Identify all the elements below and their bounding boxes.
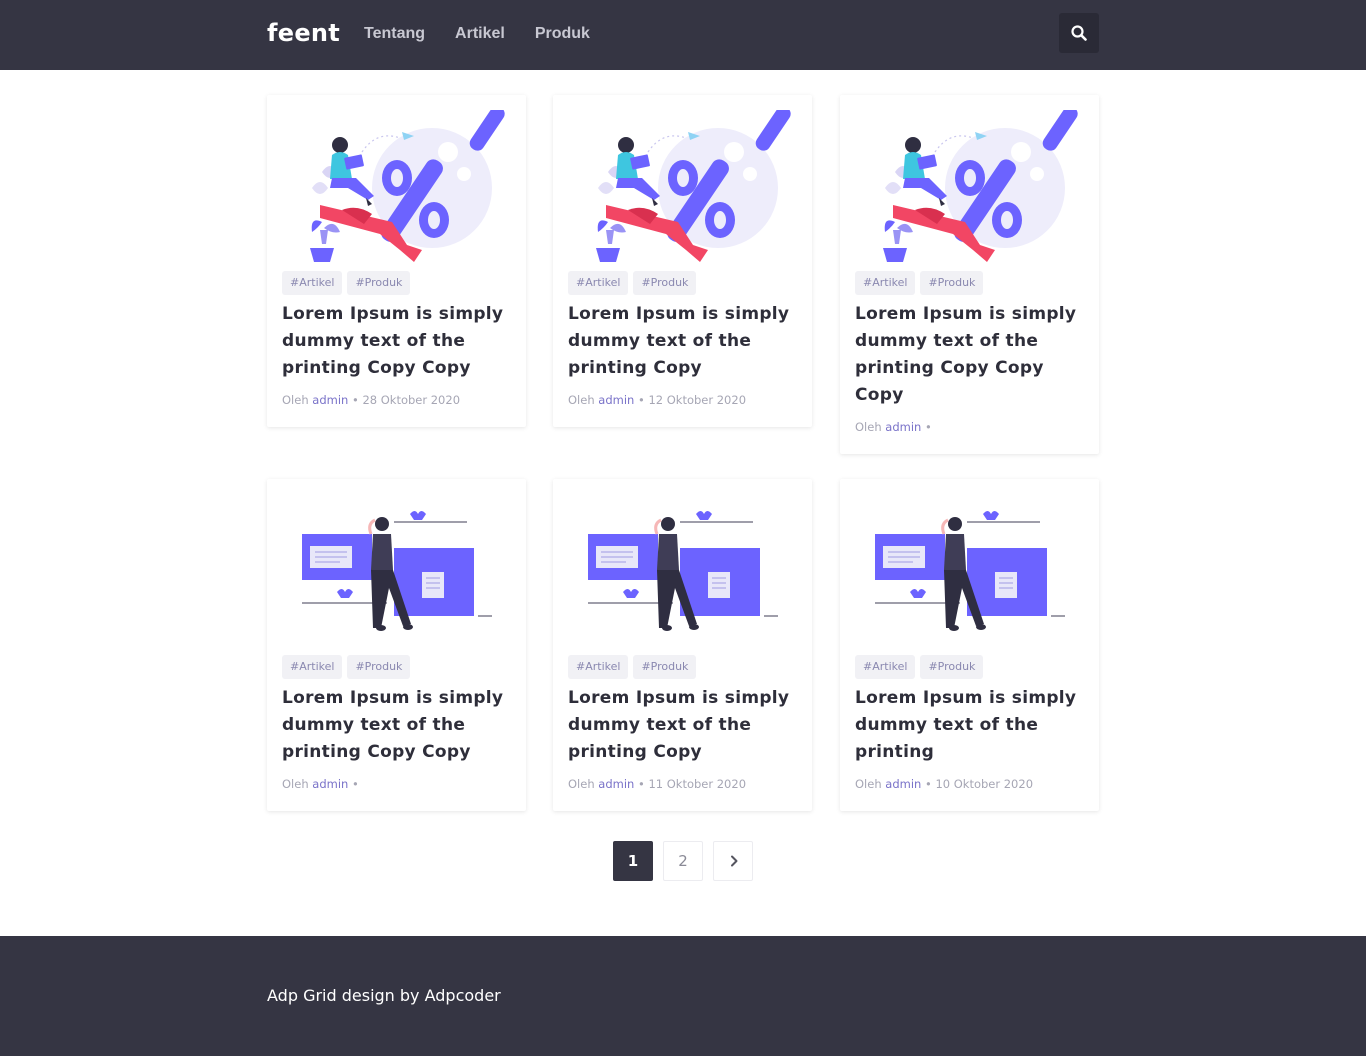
- post-thumbnail[interactable]: [282, 494, 511, 654]
- meta-separator: •: [924, 420, 932, 434]
- site-footer: Adp Grid design by Adpcoder: [0, 936, 1366, 1056]
- post-tags: #Artikel #Produk: [568, 271, 701, 295]
- post-thumbnail[interactable]: [568, 494, 797, 654]
- post-author[interactable]: admin: [885, 420, 921, 434]
- search-icon: [1071, 25, 1087, 41]
- meta-separator: •: [637, 777, 649, 791]
- nav-link-produk[interactable]: Produk: [535, 24, 590, 44]
- post-card[interactable]: #Artikel #Produk Lorem Ipsum is simply d…: [553, 479, 812, 811]
- woman-documents-illustration: [302, 511, 492, 631]
- nav-link-tentang[interactable]: Tentang: [364, 24, 425, 44]
- post-date: 11 Oktober 2020: [648, 777, 747, 791]
- post-date: 12 Oktober 2020: [648, 393, 747, 407]
- post-title[interactable]: Lorem Ipsum is simply dummy text of the …: [282, 301, 514, 382]
- tag-produk[interactable]: #Produk: [633, 271, 697, 295]
- post-meta: Oleh admin •: [855, 420, 932, 434]
- post-by-label: Oleh: [568, 777, 595, 791]
- tag-artikel[interactable]: #Artikel: [568, 271, 629, 295]
- post-meta: Oleh admin • 28 Oktober 2020: [282, 393, 460, 407]
- post-card[interactable]: #Artikel #Produk Lorem Ipsum is simply d…: [267, 95, 526, 427]
- chevron-right-icon: [731, 855, 738, 867]
- post-card[interactable]: #Artikel #Produk Lorem Ipsum is simply d…: [267, 479, 526, 811]
- tag-artikel[interactable]: #Artikel: [855, 655, 916, 679]
- site-header: feent Tentang Artikel Produk: [0, 0, 1366, 70]
- post-title[interactable]: Lorem Ipsum is simply dummy text of the …: [282, 685, 514, 766]
- post-card[interactable]: #Artikel #Produk Lorem Ipsum is simply d…: [840, 479, 1099, 811]
- post-by-label: Oleh: [855, 420, 882, 434]
- meta-separator: •: [351, 777, 359, 791]
- page-2-button[interactable]: 2: [663, 841, 703, 881]
- meta-separator: •: [351, 393, 363, 407]
- main-nav: Tentang Artikel Produk: [364, 24, 620, 44]
- post-date: 28 Oktober 2020: [362, 393, 461, 407]
- meta-separator: •: [924, 777, 936, 791]
- tag-artikel[interactable]: #Artikel: [282, 271, 343, 295]
- search-button[interactable]: [1059, 13, 1099, 53]
- woman-documents-illustration: [588, 511, 778, 631]
- meta-separator: •: [637, 393, 649, 407]
- tag-produk[interactable]: #Produk: [920, 655, 984, 679]
- post-author[interactable]: admin: [598, 393, 634, 407]
- post-date: 10 Oktober 2020: [935, 777, 1034, 791]
- next-page-button[interactable]: [713, 841, 753, 881]
- woman-documents-illustration: [875, 511, 1065, 631]
- footer-credit: Adp Grid design by Adpcoder: [267, 986, 501, 1005]
- post-tags: #Artikel #Produk: [855, 655, 988, 679]
- post-author[interactable]: admin: [598, 777, 634, 791]
- page-1-button[interactable]: 1: [613, 841, 653, 881]
- post-by-label: Oleh: [282, 393, 309, 407]
- pagination: 1 2: [613, 841, 763, 881]
- post-card[interactable]: #Artikel #Produk Lorem Ipsum is simply d…: [553, 95, 812, 427]
- tag-artikel[interactable]: #Artikel: [855, 271, 916, 295]
- tag-produk[interactable]: #Produk: [347, 271, 411, 295]
- post-title[interactable]: Lorem Ipsum is simply dummy text of the …: [855, 301, 1087, 409]
- post-meta: Oleh admin • 11 Oktober 2020: [568, 777, 746, 791]
- post-author[interactable]: admin: [885, 777, 921, 791]
- post-by-label: Oleh: [568, 393, 595, 407]
- post-tags: #Artikel #Produk: [855, 271, 988, 295]
- post-meta: Oleh admin •: [282, 777, 359, 791]
- site-logo[interactable]: feent: [267, 18, 340, 48]
- post-by-label: Oleh: [855, 777, 882, 791]
- post-thumbnail[interactable]: [282, 106, 511, 270]
- tag-artikel[interactable]: #Artikel: [282, 655, 343, 679]
- post-author[interactable]: admin: [312, 393, 348, 407]
- tag-produk[interactable]: #Produk: [347, 655, 411, 679]
- post-tags: #Artikel #Produk: [568, 655, 701, 679]
- post-thumbnail[interactable]: [855, 494, 1084, 654]
- tag-produk[interactable]: #Produk: [633, 655, 697, 679]
- post-meta: Oleh admin • 12 Oktober 2020: [568, 393, 746, 407]
- post-title[interactable]: Lorem Ipsum is simply dummy text of the …: [855, 685, 1087, 766]
- post-thumbnail[interactable]: [568, 106, 797, 270]
- tag-produk[interactable]: #Produk: [920, 271, 984, 295]
- tag-artikel[interactable]: #Artikel: [568, 655, 629, 679]
- post-tags: #Artikel #Produk: [282, 655, 415, 679]
- post-thumbnail[interactable]: [855, 106, 1084, 270]
- nav-link-artikel[interactable]: Artikel: [455, 24, 505, 44]
- post-card[interactable]: #Artikel #Produk Lorem Ipsum is simply d…: [840, 95, 1099, 454]
- discount-percent-illustration: [883, 106, 1078, 262]
- discount-percent-illustration: [310, 106, 505, 262]
- post-title[interactable]: Lorem Ipsum is simply dummy text of the …: [568, 301, 800, 382]
- post-author[interactable]: admin: [312, 777, 348, 791]
- post-by-label: Oleh: [282, 777, 309, 791]
- discount-percent-illustration: [596, 106, 791, 262]
- post-tags: #Artikel #Produk: [282, 271, 415, 295]
- post-meta: Oleh admin • 10 Oktober 2020: [855, 777, 1033, 791]
- post-title[interactable]: Lorem Ipsum is simply dummy text of the …: [568, 685, 800, 766]
